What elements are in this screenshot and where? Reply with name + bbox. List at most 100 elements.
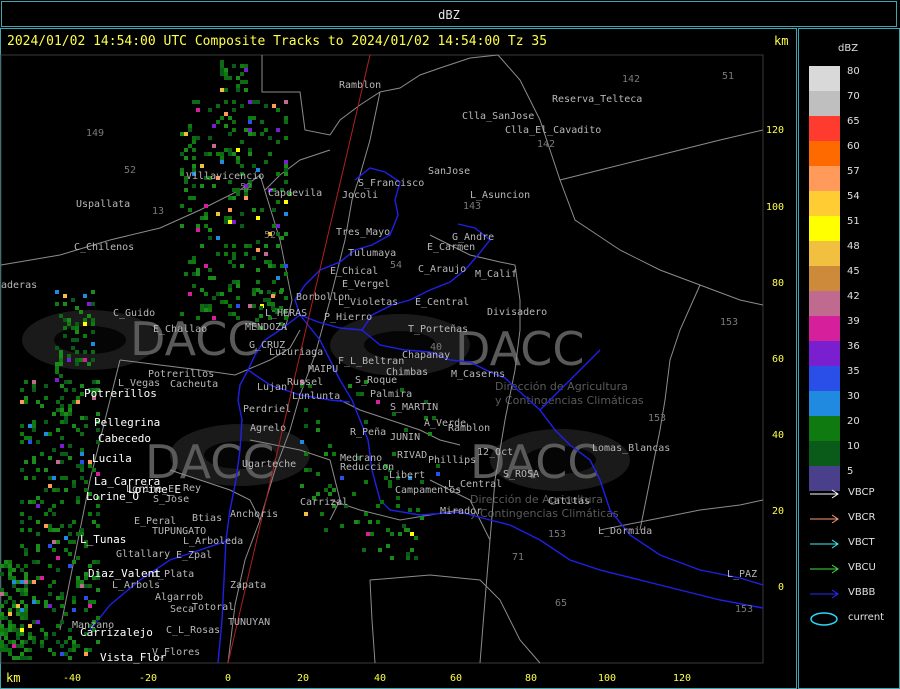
echo-pixel — [236, 160, 240, 164]
radar-map[interactable]: DACC DACC Dirección de Agricultura y Con… — [0, 0, 900, 689]
echo-pixel — [64, 488, 68, 492]
echo-pixel — [20, 608, 24, 612]
legend-swatch — [809, 341, 840, 366]
echo-pixel — [59, 354, 63, 358]
echo-pixel — [64, 476, 68, 480]
echo-pixel — [84, 608, 88, 612]
echo-pixel — [32, 424, 36, 428]
echo-pixel — [56, 428, 60, 432]
echo-pixel — [224, 252, 228, 256]
echo-pixel — [196, 228, 200, 232]
track-legend-item: VBCR — [808, 512, 898, 526]
x-tick-label: -20 — [139, 673, 157, 684]
echo-pixel — [236, 88, 240, 92]
echo-pixel — [16, 636, 20, 640]
echo-pixel — [268, 136, 272, 140]
grid-label: 153 — [735, 604, 753, 615]
echo-pixel — [24, 400, 28, 404]
echo-pixel — [91, 302, 95, 306]
echo-pixel — [4, 600, 8, 604]
echo-pixel — [260, 120, 264, 124]
echo-pixel — [72, 520, 76, 524]
grid-label: 54 — [390, 260, 402, 271]
echo-pixel — [12, 640, 16, 644]
echo-pixel — [88, 512, 92, 516]
echo-pixel — [208, 304, 212, 308]
echo-pixel — [67, 354, 71, 358]
echo-pixel — [271, 302, 275, 306]
echo-pixel — [12, 576, 16, 580]
echo-pixel — [40, 644, 44, 648]
echo-pixel — [92, 380, 96, 384]
echo-pixel — [24, 476, 28, 480]
echo-pixel — [204, 292, 208, 296]
echo-pixel — [284, 120, 288, 124]
echo-pixel — [216, 152, 220, 156]
echo-pixel — [228, 76, 232, 80]
echo-pixel — [36, 532, 40, 536]
echo-pixel — [24, 604, 28, 608]
echo-pixel — [0, 616, 4, 620]
echo-pixel — [36, 440, 40, 444]
echo-pixel — [388, 484, 392, 488]
echo-pixel — [96, 512, 100, 516]
track-label: VBBB — [848, 587, 876, 598]
echo-pixel — [84, 584, 88, 588]
echo-pixel — [284, 164, 288, 168]
place-label: Ramblon — [448, 423, 490, 434]
echo-pixel — [60, 436, 64, 440]
echo-pixel — [16, 580, 20, 584]
place-label: Clla_El_Cavadito — [505, 125, 601, 136]
echo-pixel — [356, 392, 360, 396]
echo-pixel — [244, 244, 248, 248]
echo-pixel — [232, 264, 236, 268]
legend-item: 10 — [809, 441, 889, 466]
echo-pixel — [252, 116, 256, 120]
echo-pixel — [60, 452, 64, 456]
echo-pixel — [24, 396, 28, 400]
echo-pixel — [224, 216, 228, 220]
echo-pixel — [60, 604, 64, 608]
echo-pixel — [88, 648, 92, 652]
echo-pixel — [300, 484, 304, 488]
echo-pixel — [4, 636, 8, 640]
echo-pixel — [188, 128, 192, 132]
echo-pixel — [180, 204, 184, 208]
echo-pixel — [8, 564, 12, 568]
legend-title: dBZ — [838, 43, 859, 54]
echo-pixel — [228, 152, 232, 156]
echo-pixel — [24, 608, 28, 612]
echo-pixel — [212, 276, 216, 280]
place-label: Phillips — [428, 455, 476, 466]
grid-label: 153 — [720, 317, 738, 328]
echo-pixel — [44, 488, 48, 492]
echo-pixel — [76, 500, 80, 504]
legend-label: 5 — [847, 466, 854, 477]
echo-pixel — [24, 436, 28, 440]
track-symbol — [810, 489, 839, 499]
echo-pixel — [192, 256, 196, 260]
echo-pixel — [220, 152, 224, 156]
place-label: M_Caserns — [451, 369, 505, 380]
legend-label: 39 — [847, 316, 860, 327]
echo-pixel — [0, 640, 4, 644]
echo-pixel — [220, 156, 224, 160]
echo-pixel — [20, 432, 24, 436]
place-label: L_Asuncion — [470, 190, 530, 201]
echo-pixel — [76, 576, 80, 580]
echo-pixel — [256, 280, 260, 284]
echo-pixel — [200, 244, 204, 248]
echo-pixel — [20, 616, 24, 620]
echo-pixel — [224, 220, 228, 224]
echo-pixel — [20, 628, 24, 632]
place-label: R_Peña — [350, 427, 386, 438]
echo-pixel — [192, 156, 196, 160]
echo-pixel — [55, 290, 59, 294]
grid-label: 65 — [555, 598, 567, 609]
echo-pixel — [264, 160, 268, 164]
echo-pixel — [284, 200, 288, 204]
echo-pixel — [36, 560, 40, 564]
echo-pixel — [63, 302, 67, 306]
legend-label: 30 — [847, 391, 860, 402]
echo-pixel — [76, 580, 80, 584]
